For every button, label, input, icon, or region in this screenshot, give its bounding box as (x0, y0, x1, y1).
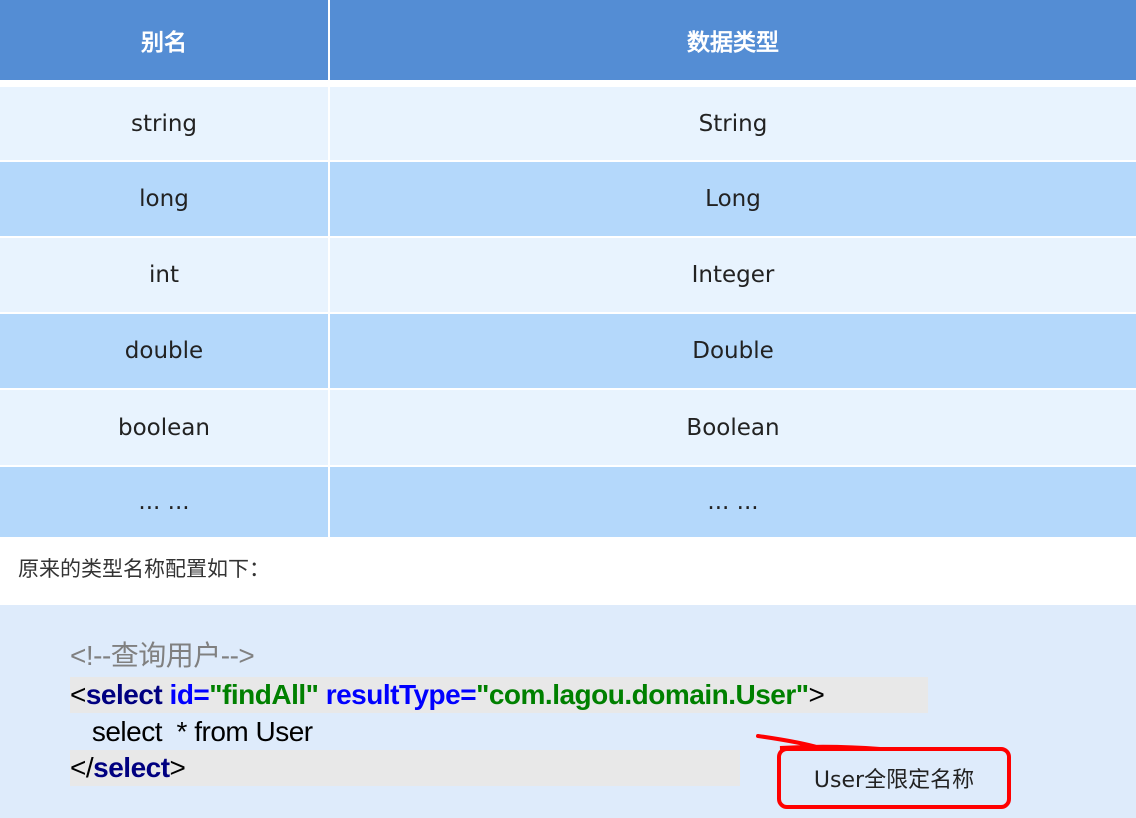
callout-annotation: User全限定名称 (777, 747, 1011, 809)
callout-pointer (756, 734, 882, 751)
